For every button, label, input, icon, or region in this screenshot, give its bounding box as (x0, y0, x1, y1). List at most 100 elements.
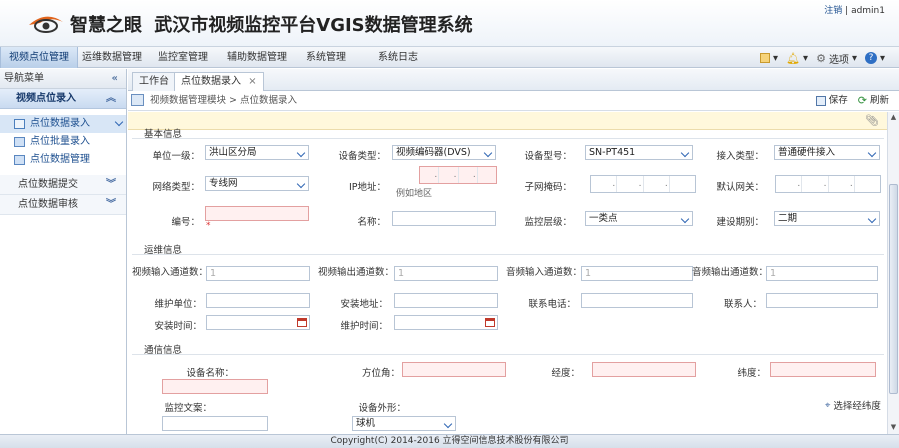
home-icon[interactable] (131, 94, 144, 106)
scrollbar-thumb[interactable] (889, 184, 898, 394)
id-input[interactable] (205, 206, 309, 221)
message-tool[interactable]: ▾ (760, 53, 778, 64)
device-shape-label: 设备外形： (358, 403, 406, 414)
access-type-select[interactable]: 普通硬件接入 (774, 145, 880, 160)
refresh-icon: ⟳ (857, 94, 867, 107)
sidebar-group-video-entry[interactable]: 视频点位录入 ︽ (0, 89, 126, 109)
latitude-label: 纬度： (737, 368, 766, 379)
ip-octet: . (829, 176, 855, 192)
device-shape-select[interactable]: 球机 (352, 416, 456, 431)
place-name-input[interactable] (162, 379, 268, 394)
phone-input[interactable] (581, 293, 693, 308)
direction-input[interactable] (402, 362, 506, 377)
scroll-down-icon[interactable]: ▼ (889, 423, 898, 432)
unit-select[interactable]: 洪山区分局 (205, 145, 309, 160)
sidebar-item-label: 点位批量录入 (30, 136, 90, 147)
options-label: 选项 (828, 54, 849, 66)
sidebar-item-batch-entry[interactable]: 点位批量录入 (0, 133, 126, 151)
longitude-label: 经度： (551, 368, 580, 379)
breadcrumb-bar: 视频数据管理模块 > 点位数据录入 保存 ⟳ 刷新 (128, 91, 899, 111)
subnet-mask-input[interactable]: ... (590, 175, 696, 193)
network-type-label: 网络类型： (152, 182, 200, 193)
sidebar-group-submit[interactable]: 点位数据提交 ︾ (0, 175, 126, 195)
menu-monitor-room[interactable]: 监控室管理 (150, 47, 216, 68)
close-icon[interactable]: × (248, 76, 256, 87)
contact-label: 联系人： (723, 299, 762, 310)
tab-label: 工作台 (139, 76, 169, 87)
tab-workbench[interactable]: 工作台 (132, 72, 176, 91)
gateway-input[interactable]: ... (775, 175, 881, 193)
system-title: 武汉市视频监控平台VGIS数据管理系统 (154, 15, 473, 36)
tab-point-entry[interactable]: 点位数据录入 × (174, 72, 264, 91)
longitude-input[interactable] (592, 362, 696, 377)
ip-octet (855, 176, 880, 192)
menu-logs[interactable]: 系统日志 (370, 47, 426, 68)
build-phase-label: 建设期别： (716, 217, 764, 228)
notice-strip: 📎︎ (128, 112, 887, 130)
audio-out-input[interactable]: 1 (766, 266, 878, 281)
gateway-label: 默认网关： (716, 182, 764, 193)
app-header: 智慧之眼 武汉市视频监控平台VGIS数据管理系统 注销 | admin1 (0, 0, 899, 46)
sidebar-item-label: 点位数据录入 (30, 118, 90, 129)
video-out-input[interactable]: 1 (394, 266, 498, 281)
maint-time-input[interactable] (394, 315, 498, 330)
vertical-scrollbar[interactable]: ▲ ▼ (887, 112, 899, 434)
batch-icon (14, 137, 25, 147)
latitude-input[interactable] (770, 362, 876, 377)
ip-octet: . (420, 167, 440, 183)
logout-link[interactable]: 注销 (824, 6, 842, 16)
sidebar-group-review[interactable]: 点位数据审核 ︾ (0, 195, 126, 215)
ip-octet: . (644, 176, 670, 192)
alert-tool[interactable]: 🔔︎ ▾ (786, 52, 808, 65)
menu-ops-data[interactable]: 运维数据管理 (74, 47, 150, 68)
ip-octet (670, 176, 695, 192)
name-input[interactable] (392, 211, 496, 226)
options-tool[interactable]: ⚙ 选项 ▾ (816, 51, 857, 66)
calendar-icon[interactable] (297, 318, 307, 327)
maint-unit-input[interactable] (206, 293, 310, 308)
build-phase-select[interactable]: 二期 (774, 211, 880, 226)
pick-coordinates-button[interactable]: ⌖ 选择经纬度 (825, 398, 881, 413)
attachment-icon[interactable]: 📎︎ (865, 114, 879, 127)
user-area: 注销 | admin1 (824, 3, 885, 16)
chevron-down-icon: ▾ (851, 52, 857, 64)
device-type-select[interactable]: 视频编码器(DVS) (392, 145, 496, 160)
contact-input[interactable] (766, 293, 878, 308)
ip-octet: . (591, 176, 618, 192)
help-tool[interactable]: ? ▾ (864, 52, 885, 64)
camera-doc-input[interactable] (162, 416, 268, 431)
sidebar-item-point-manage[interactable]: 点位数据管理 (0, 151, 126, 169)
phone-label: 联系电话： (528, 299, 576, 310)
subnet-mask-label: 子网掩码： (524, 182, 572, 193)
sidebar-group-label: 视频点位录入 (16, 93, 76, 104)
menu-video-points[interactable]: 视频点位管理 (0, 47, 78, 68)
menu-system[interactable]: 系统管理 (298, 47, 354, 68)
install-address-label: 安装地址： (340, 299, 388, 310)
video-in-input[interactable]: 1 (206, 266, 310, 281)
refresh-button[interactable]: ⟳ 刷新 (858, 91, 889, 111)
sidebar-item-point-entry[interactable]: 点位数据录入 (0, 115, 126, 133)
network-type-select[interactable]: 专线网 (205, 176, 309, 191)
tab-bar: 工作台 点位数据录入 × (128, 69, 899, 91)
monitor-level-select[interactable]: 一类点 (585, 211, 693, 226)
device-model-select[interactable]: SN-PT451 (585, 145, 693, 160)
install-time-input[interactable] (206, 315, 310, 330)
sidebar-header: 导航菜单 « (0, 69, 126, 89)
section-divider (132, 138, 884, 139)
tab-label: 点位数据录入 (181, 76, 241, 87)
menu-aux-data[interactable]: 辅助数据管理 (219, 47, 295, 68)
copyright-text: Copyright(C) 2014-2016 立得空间信息技术股份有限公司 (330, 436, 569, 446)
collapse-sidebar-icon[interactable]: « (112, 69, 118, 89)
eye-logo-icon (29, 16, 63, 33)
audio-in-input[interactable]: 1 (581, 266, 693, 281)
video-in-label: 视频输入通道数： (132, 267, 209, 278)
save-label: 保存 (828, 95, 848, 106)
install-address-input[interactable] (394, 293, 498, 308)
save-button[interactable]: 保存 (815, 91, 848, 111)
ip-address-input[interactable]: ... (419, 166, 497, 184)
scroll-up-icon[interactable]: ▲ (889, 113, 898, 122)
direction-label: 方位角： (361, 368, 400, 379)
calendar-icon[interactable] (485, 318, 495, 327)
app-title: 智慧之眼 武汉市视频监控平台VGIS数据管理系统 (70, 11, 473, 37)
grid-icon (14, 155, 25, 165)
